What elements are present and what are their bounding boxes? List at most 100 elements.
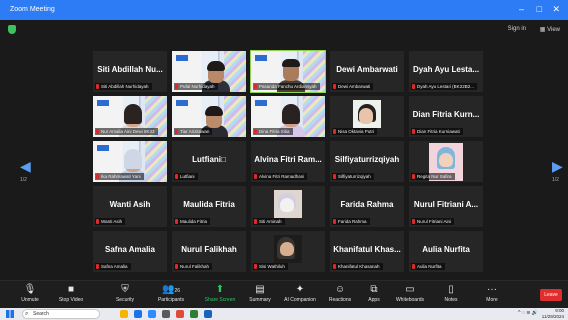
share-screen-button[interactable]: ⬆ Share Screen [198,283,242,304]
participant-tile[interactable]: Khanifatul Khas... Khanifatul Khasanah [330,231,404,272]
participant-label: Dina Fitria Sitia [259,129,290,134]
muted-mic-icon [96,174,99,179]
participant-tile[interactable]: Safna Amalia Safna Amalia [93,231,167,272]
participant-label: Tiar Arizitawan [180,129,210,134]
view-button[interactable]: ▦ View [540,26,560,33]
participant-label: Wanti Asih [101,219,123,224]
participant-tile[interactable]: Siti Abdillah Nu... Siti Abdillah Nurhid… [93,51,167,92]
muted-mic-icon [333,219,336,224]
participant-tile[interactable]: Farida Rahma Farida Rahma [330,186,404,227]
participants-button[interactable]: 👥26 Participants [149,283,193,304]
participant-name: Dian Fitria Kurn... [412,110,480,119]
participant-tile[interactable]: Regita Nur Safira [409,141,483,182]
muted-mic-icon [96,129,99,134]
more-button[interactable]: ··· More [470,283,514,304]
participant-tile[interactable]: Nisa Oktavia Putri [330,96,404,137]
notes-icon: ▯ [448,284,454,295]
unmute-button[interactable]: 🎙 Unmute [8,283,52,304]
zoom-app-icon[interactable] [148,310,156,318]
notes-button[interactable]: ▯ Notes [429,283,473,304]
participant-tile[interactable]: Siti Aminah [251,186,325,227]
taskbar-search[interactable]: ⌕ Search [22,309,100,319]
participant-tile[interactable]: Dewi Ambarwati Dewi Ambarwati [330,51,404,92]
sign-in-link[interactable]: Sign in [508,26,526,32]
participant-name: Nurul Falikhah [181,245,237,254]
muted-mic-icon [333,264,336,269]
word-app-icon[interactable] [204,310,212,318]
file-explorer-icon[interactable] [120,310,128,318]
ai-companion-button[interactable]: ✦ AI Companion [278,283,322,304]
muted-mic-icon [412,174,415,179]
participant-name: Silfiyaturrizqiyah [334,155,400,164]
participant-tile[interactable]: Lutfiani□ Lutfiani [172,141,246,182]
encryption-shield-icon[interactable] [8,25,16,34]
participant-name: Nurul Fitriani A... [413,200,479,209]
muted-mic-icon [412,129,415,134]
participant-name: Wanti Asih [109,200,151,209]
excel-app-icon[interactable] [190,310,198,318]
settings-app-icon[interactable] [162,310,170,318]
participant-label: Siti Aminah [259,219,282,224]
participant-label: Sisi Wathiluh [259,264,285,269]
participant-tile[interactable]: Maulida Fitria Maulida Fitria [172,186,246,227]
muted-mic-icon [333,129,336,134]
participant-name: Alvina Fitri Ram... [254,155,322,164]
participant-tile[interactable]: Nurul Fitriani A... Nurul Fitriani Aini [409,186,483,227]
close-button[interactable]: ✕ [552,4,560,15]
participant-label: Dyah Ayu Lestari (BK22B2... [417,84,474,89]
participant-label: Dewi Ambarwati [338,84,371,89]
participant-tile[interactable]: Nurul Falikhah Nurul Falikhah [172,231,246,272]
participant-name: Khanifatul Khas... [333,245,401,254]
prev-page-button[interactable]: ◀ 1/2 [20,158,31,183]
participant-tile[interactable]: Aulia Nurfita Aulia Nurfita [409,231,483,272]
video-camera-icon: ■ [67,284,75,295]
stop-video-button[interactable]: ■ Stop Video [49,283,93,304]
whiteboards-button[interactable]: ▭ Whiteboards [388,283,432,304]
participant-label: Dian Fitria Kurniawati [417,129,460,134]
summary-button[interactable]: ▤ Summary [238,283,282,304]
participants-icon: 👥 [161,284,175,295]
muted-mic-icon [254,84,257,89]
edge-browser-icon[interactable] [134,310,142,318]
muted-mic-icon [412,264,415,269]
summary-icon: ▤ [255,284,265,295]
participant-tile[interactable]: Dina Fitria Sitia [251,96,325,137]
muted-mic-icon [175,174,178,179]
participant-tile[interactable]: Nur Amalia Aini Dewi 8K33 [93,96,167,137]
participant-tile[interactable]: Sisi Wathiluh [251,231,325,272]
participant-name: Farida Rahma [340,200,394,209]
participant-tile-active-speaker[interactable]: Pasanda Fanchu Ardiansyah [250,50,326,93]
participant-tile[interactable]: Dian Fitria Kurn... Dian Fitria Kurniawa… [409,96,483,137]
participant-name: Aulia Nurfita [422,245,470,254]
participant-tile[interactable]: Ika Rahmawati Yani [93,141,167,182]
maximize-button[interactable]: □ [537,4,542,14]
taskbar-clock[interactable]: 9:00 11/29/2024 [542,308,564,320]
windows-start-icon[interactable] [6,310,14,318]
minimize-button[interactable]: – [519,4,524,14]
chrome-app-icon[interactable] [176,310,184,318]
participant-tile[interactable]: Alvina Fitri Ram... Alvina Fitri Ramadha… [251,141,325,182]
system-tray[interactable]: ^ ◌ ≋ 🔊 [518,310,538,316]
participant-tile[interactable]: Silfiyaturrizqiyah Silfiyaturrizqiyah [330,141,404,182]
muted-mic-icon [254,129,257,134]
muted-mic-icon [175,129,178,134]
participant-label: Regita Nur Safira [417,174,452,179]
participant-label: Alvina Fitri Ramadhani [259,174,305,179]
participant-tile[interactable]: Dyah Ayu Lesta... Dyah Ayu Lestari (BK22… [409,51,483,92]
participants-count: 26 [174,288,180,294]
participant-label: Lutfiani [180,174,195,179]
window-title: Zoom Meeting [10,6,55,13]
muted-mic-icon [175,84,178,89]
participant-tile[interactable]: Pufal Nurhidayah [172,51,246,92]
participant-name: Lutfiani□ [192,155,226,164]
next-page-button[interactable]: ▶ 1/2 [552,158,563,183]
os-taskbar: ⌕ Search ^ ◌ ≋ 🔊 9:00 11/29/2024 [0,308,568,320]
participant-tile[interactable]: Wanti Asih Wanti Asih [93,186,167,227]
muted-mic-icon [96,84,99,89]
leave-button[interactable]: Leave [540,289,562,301]
security-button[interactable]: ⛨ Security [103,283,147,304]
muted-mic-icon [333,174,336,179]
participant-tile[interactable]: Tiar Arizitawan [172,96,246,137]
participant-label: Safna Amalia [101,264,128,269]
page-indicator-right: 1/2 [552,177,559,183]
